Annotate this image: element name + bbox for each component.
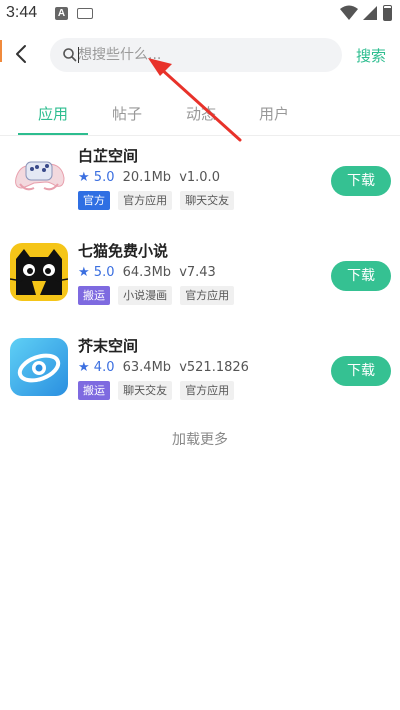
edge-strip	[0, 40, 2, 62]
app-version: v7.43	[179, 265, 216, 280]
app-meta: ★ 5.0 64.3Mb v7.43	[78, 265, 216, 280]
swirl-planet-icon	[10, 338, 68, 396]
star-icon: ★	[78, 360, 90, 375]
tab-bar: 应用 帖子 动态 用户	[0, 96, 400, 136]
tab-users[interactable]: 用户	[259, 103, 289, 124]
tab-apps[interactable]: 应用	[38, 103, 68, 124]
list-item[interactable]: 七猫免费小说 ★ 5.0 64.3Mb v7.43 搬运 小说漫画 官方应用 下…	[0, 242, 400, 335]
download-button[interactable]: 下载	[331, 356, 391, 386]
tag: 聊天交友	[118, 381, 173, 400]
search-box[interactable]	[50, 38, 342, 72]
app-version: v521.1826	[179, 360, 249, 375]
star-icon: ★	[78, 265, 90, 280]
app-rating: 4.0	[93, 360, 115, 375]
back-arrow-icon[interactable]	[10, 42, 34, 66]
app-version: v1.0.0	[179, 170, 220, 185]
tag-official: 官方	[78, 191, 110, 210]
search-input[interactable]	[78, 43, 328, 67]
gamepad-hands-icon	[10, 148, 68, 206]
search-button[interactable]: 搜索	[356, 45, 386, 66]
app-rating: 5.0	[93, 170, 115, 185]
app-size: 20.1Mb	[122, 170, 172, 185]
notification-a-icon: A	[55, 7, 68, 20]
app-rating: 5.0	[93, 265, 115, 280]
tag: 聊天交友	[180, 191, 235, 210]
black-cat-icon	[10, 243, 68, 301]
app-name: 白芷空间	[78, 147, 139, 165]
status-bar: 3:44 A	[0, 0, 400, 28]
tab-posts[interactable]: 帖子	[112, 103, 142, 124]
tag: 官方应用	[180, 381, 235, 400]
tag: 官方应用	[118, 191, 173, 210]
app-meta: ★ 5.0 20.1Mb v1.0.0	[78, 170, 220, 185]
status-time: 3:44	[6, 4, 38, 21]
app-name: 芥末空间	[78, 337, 139, 355]
download-button[interactable]: 下载	[331, 261, 391, 291]
tab-moments[interactable]: 动态	[186, 103, 216, 124]
search-icon	[63, 48, 77, 62]
tag-port: 搬运	[78, 286, 110, 305]
tag-list: 搬运 小说漫画 官方应用	[78, 286, 237, 306]
list-item[interactable]: 白芷空间 ★ 5.0 20.1Mb v1.0.0 官方 官方应用 聊天交友 下载	[0, 147, 400, 240]
signal-icon	[363, 6, 377, 20]
wifi-icon	[340, 5, 358, 20]
active-tab-indicator	[18, 133, 88, 135]
star-icon: ★	[78, 170, 90, 185]
tag-list: 搬运 聊天交友 官方应用	[78, 381, 237, 401]
load-more-link[interactable]: 加载更多	[0, 429, 400, 449]
tag: 官方应用	[180, 286, 235, 305]
tag-port: 搬运	[78, 381, 110, 400]
tag: 小说漫画	[118, 286, 173, 305]
tag-list: 官方 官方应用 聊天交友	[78, 191, 237, 211]
app-meta: ★ 4.0 63.4Mb v521.1826	[78, 360, 249, 375]
app-size: 64.3Mb	[122, 265, 172, 280]
app-size: 63.4Mb	[122, 360, 172, 375]
battery-icon	[383, 5, 392, 21]
list-item[interactable]: 芥末空间 ★ 4.0 63.4Mb v521.1826 搬运 聊天交友 官方应用…	[0, 337, 400, 430]
keyboard-icon	[77, 8, 93, 19]
text-caret	[78, 47, 79, 63]
app-name: 七猫免费小说	[78, 242, 169, 260]
download-button[interactable]: 下载	[331, 166, 391, 196]
